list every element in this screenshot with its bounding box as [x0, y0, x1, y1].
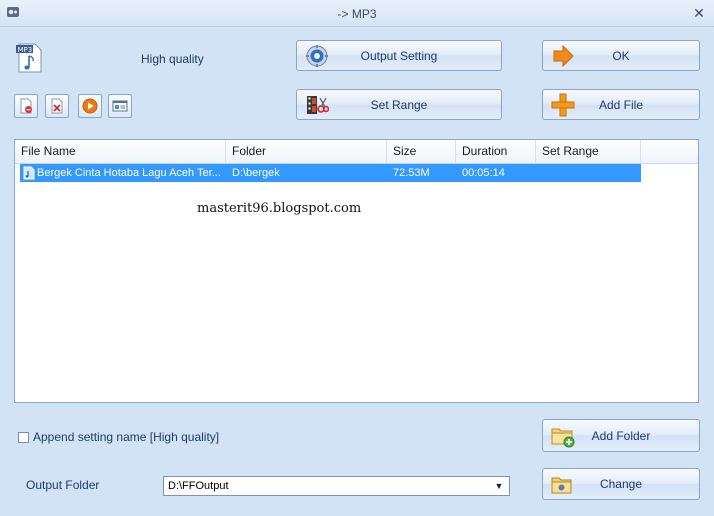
column-header-size[interactable]: Size [387, 140, 456, 163]
set-range-label: Set Range [370, 97, 428, 112]
svg-text:MP3: MP3 [18, 46, 33, 54]
play-button[interactable] [78, 94, 102, 118]
quality-label: High quality [141, 52, 204, 66]
column-header-folder[interactable]: Folder [226, 140, 387, 163]
append-setting-checkbox[interactable] [18, 431, 29, 443]
append-setting-checkbox-row[interactable]: Append setting name [High quality] [18, 430, 219, 444]
remove-button[interactable] [14, 94, 38, 118]
clear-list-button[interactable] [45, 94, 69, 118]
cell-size: 72.53M [393, 167, 430, 179]
cell-file-name: Bergek Cinta Hotaba Lagu Aceh Ter... [37, 167, 221, 179]
audio-file-icon [23, 166, 35, 180]
chevron-down-icon[interactable]: ▼ [491, 478, 507, 494]
output-setting-label: Output Setting [360, 48, 438, 63]
watermark-text: masterit96.blogspot.com [197, 201, 362, 216]
cell-set-range [542, 164, 637, 182]
file-list[interactable]: File Name Folder Size Duration Set Range… [14, 139, 699, 403]
mp3-file-icon: MP3 [16, 43, 42, 73]
append-setting-label: Append setting name [High quality] [33, 430, 220, 444]
column-header-set-range[interactable]: Set Range [536, 140, 641, 163]
cell-folder: D:\bergek [232, 167, 280, 179]
change-label: Change [599, 477, 643, 491]
change-button[interactable]: Change [542, 468, 700, 500]
output-folder-value: D:\FFOutput [168, 480, 229, 492]
play-icon [82, 98, 98, 114]
window-title: -> MP3 [337, 7, 377, 21]
add-folder-label: Add Folder [591, 428, 651, 443]
title-bar: -> MP3 ✕ [0, 0, 714, 27]
add-file-button[interactable]: Add File [542, 89, 700, 120]
output-setting-button[interactable]: Output Setting [296, 40, 502, 71]
list-header: File Name Folder Size Duration Set Range [15, 140, 698, 164]
add-folder-button[interactable]: Add Folder [542, 419, 700, 452]
media-info-button[interactable] [108, 94, 132, 118]
clear-file-icon [51, 98, 63, 114]
ok-button[interactable]: OK [542, 40, 700, 71]
set-range-button[interactable]: Set Range [296, 89, 502, 120]
column-header-duration[interactable]: Duration [456, 140, 536, 163]
column-header-file-name[interactable]: File Name [15, 140, 226, 163]
remove-file-icon [20, 98, 32, 114]
add-file-label: Add File [598, 97, 644, 112]
output-folder-select[interactable]: D:\FFOutput ▼ [163, 476, 510, 496]
info-card-icon [112, 100, 128, 112]
output-folder-label: Output Folder [26, 478, 100, 492]
close-button[interactable]: ✕ [690, 4, 708, 22]
cell-duration: 00:05:14 [462, 167, 505, 179]
ok-label: OK [612, 48, 630, 63]
table-row[interactable]: Bergek Cinta Hotaba Lagu Aceh Ter... D:\… [20, 164, 641, 182]
